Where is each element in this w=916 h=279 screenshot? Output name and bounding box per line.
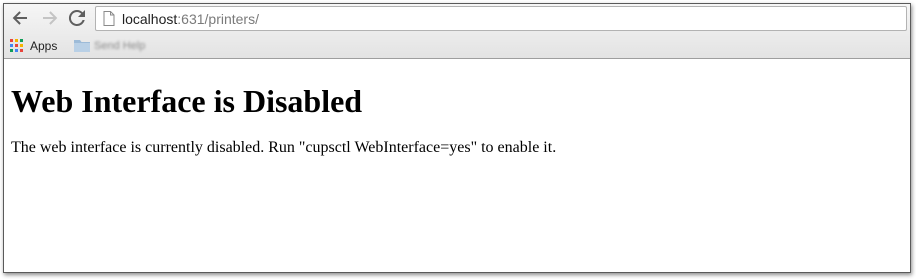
folder-icon[interactable] [74, 38, 90, 52]
address-bar[interactable]: localhost:631/printers/ [95, 6, 907, 31]
page-icon [103, 11, 115, 26]
bookmarks-bar: Apps Send Help [4, 35, 910, 57]
browser-window: localhost:631/printers/ Apps Send Help W… [3, 3, 911, 273]
browser-toolbar: localhost:631/printers/ Apps Send Help [4, 4, 910, 59]
page-message: The web interface is currently disabled.… [11, 139, 557, 156]
bookmark-item-label[interactable]: Send Help [94, 40, 145, 52]
page-content: Web Interface is Disabled The web interf… [4, 59, 910, 272]
apps-grid-icon[interactable] [10, 39, 24, 53]
forward-button[interactable] [40, 8, 60, 28]
apps-bookmark-label[interactable]: Apps [30, 39, 57, 53]
arrow-right-icon [43, 11, 58, 25]
address-url: localhost:631/printers/ [122, 11, 259, 27]
reload-button[interactable] [67, 8, 87, 28]
back-button[interactable] [10, 8, 30, 28]
arrow-left-icon [12, 11, 27, 25]
reload-icon [68, 9, 85, 26]
url-path: :631/printers/ [177, 11, 259, 27]
page-heading: Web Interface is Disabled [11, 83, 363, 119]
url-host: localhost [122, 11, 178, 27]
